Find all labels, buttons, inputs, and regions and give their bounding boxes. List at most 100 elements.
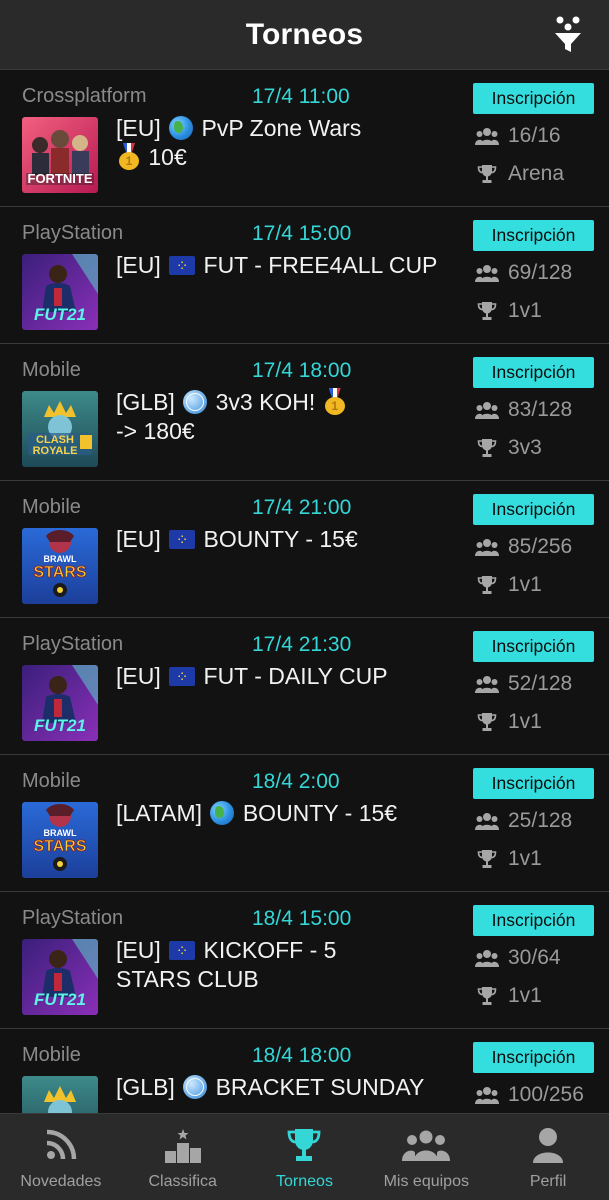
tournament-title: [EU] KICKOFF - 5STARS CLUB (116, 936, 466, 994)
platform-label: PlayStation (22, 633, 124, 655)
players-count: 16/16 (474, 124, 561, 148)
tab-label: Torneos (276, 1173, 333, 1190)
trophy-icon (474, 438, 500, 458)
register-button[interactable]: Inscripción (473, 1042, 594, 1073)
tournament-title: [GLB] BRACKET SUNDAY (116, 1074, 425, 1100)
tournament-title: [EU] FUT - DAILY CUP (116, 662, 466, 692)
svg-text:FUT21: FUT21 (34, 990, 86, 1009)
trophy-icon (286, 1126, 322, 1164)
tournament-format: 3v3 (474, 436, 542, 460)
group-icon (474, 127, 500, 145)
register-button[interactable]: Inscripción (473, 905, 594, 936)
register-button[interactable]: Inscripción (473, 83, 594, 114)
tournament-date: 17/4 21:30 (252, 633, 352, 656)
game-cover-image: CLASHROYALE (22, 1076, 98, 1113)
tab-mis-equipos[interactable]: Mis equipos (365, 1114, 487, 1200)
filter-funnel-icon[interactable] (553, 14, 583, 54)
register-button[interactable]: Inscripción (473, 768, 594, 799)
register-button[interactable]: Inscripción (473, 357, 594, 388)
tournament-date: 18/4 2:00 (252, 770, 340, 793)
platform-label: PlayStation (22, 222, 124, 244)
players-count: 100/256 (474, 1083, 584, 1107)
tab-novedades[interactable]: Novedades (0, 1114, 122, 1200)
svg-text:FUT21: FUT21 (34, 305, 86, 324)
tournament-row[interactable]: Crossplatform 17/4 11:00 FORTNITE [EU] PvP … (0, 70, 609, 207)
group-icon (474, 675, 500, 693)
tournament-row[interactable]: PlayStation 18/4 15:00 FUT21 [EU] KICKOFF -… (0, 892, 609, 1029)
tournament-title: [GLB] 3v3 KOH! -> 180€ (116, 388, 466, 446)
platform-label: Mobile (22, 770, 81, 792)
first-place-medal-icon (324, 388, 346, 416)
svg-text:BRAWL: BRAWL (44, 828, 77, 838)
eu-flag-icon (169, 252, 196, 281)
tab-perfil[interactable]: Perfil (487, 1114, 609, 1200)
platform-label: Mobile (22, 359, 81, 381)
globe-meridians-icon (183, 390, 208, 414)
tab-label: Classifica (148, 1173, 217, 1190)
tournament-row[interactable]: PlayStation 17/4 21:30 FUT21 [EU] FUT - DAI… (0, 618, 609, 755)
tournament-format: 1v1 (474, 710, 542, 734)
platform-label: Mobile (22, 496, 81, 518)
tournament-date: 18/4 15:00 (252, 907, 352, 930)
svg-text:FUT21: FUT21 (34, 716, 86, 735)
group-icon (474, 538, 500, 556)
eu-flag-icon (169, 937, 196, 966)
tournament-title: [LATAM] BOUNTY - 15€ (116, 800, 398, 826)
eu-flag-icon (169, 663, 196, 692)
globe-icon (210, 801, 235, 825)
globe-meridians-icon (183, 1075, 208, 1099)
svg-text:ROYALE: ROYALE (33, 445, 78, 457)
game-cover-image: FUT21 (22, 939, 98, 1015)
svg-text:FORTNITE: FORTNITE (28, 171, 93, 186)
rss-feed-icon (44, 1126, 78, 1164)
game-cover-image: FUT21 (22, 665, 98, 741)
group-icon (474, 264, 500, 282)
tournament-title: [EU] FUT - FREE4ALL CUP (116, 251, 466, 281)
group-icon (474, 401, 500, 419)
platform-label: Mobile (22, 1044, 81, 1066)
tournament-format: 1v1 (474, 847, 542, 871)
trophy-icon (474, 849, 500, 869)
bottom-tab-bar: Novedades Classifica Torneos Mis equipos Per… (0, 1113, 609, 1200)
tournament-row[interactable]: PlayStation 17/4 15:00 FUT21 [EU] FUT - FRE… (0, 207, 609, 344)
tournament-date: 17/4 15:00 (252, 222, 352, 245)
platform-label: PlayStation (22, 907, 124, 929)
tab-classifica[interactable]: Classifica (122, 1114, 244, 1200)
svg-text:BRAWL: BRAWL (44, 554, 77, 564)
page-title: Torneos (245, 17, 364, 51)
tournament-format: 1v1 (474, 573, 542, 597)
eu-flag-icon (169, 526, 196, 555)
tournament-date: 17/4 21:00 (252, 496, 352, 519)
platform-label: Crossplatform (22, 85, 147, 107)
tournament-date: 17/4 18:00 (252, 359, 352, 382)
register-button[interactable]: Inscripción (473, 494, 594, 525)
svg-text:STARS: STARS (33, 838, 86, 855)
tournament-format: 1v1 (474, 984, 542, 1008)
players-count: 30/64 (474, 946, 561, 970)
tournament-row[interactable]: Mobile 17/4 21:00 BRAWLSTARS [EU] BOUNTY - … (0, 481, 609, 618)
register-button[interactable]: Inscripción (473, 220, 594, 251)
players-count: 83/128 (474, 398, 572, 422)
tournament-list[interactable]: Crossplatform 17/4 11:00 FORTNITE [EU] PvP … (0, 70, 609, 1113)
tab-label: Perfil (529, 1173, 567, 1190)
players-count: 69/128 (474, 261, 572, 285)
tournament-row[interactable]: Mobile 18/4 18:00 CLASHROYALE [GLB] BRACKET… (0, 1029, 609, 1113)
person-icon (532, 1126, 564, 1164)
tournament-row[interactable]: Mobile 18/4 2:00 BRAWL STARS [LATAM] BOUNTY … (0, 755, 609, 892)
tab-torneos[interactable]: Torneos (244, 1114, 366, 1200)
top-bar: Torneos (0, 0, 609, 70)
game-cover-image: CLASHROYALE (22, 391, 98, 467)
players-count: 52/128 (474, 672, 572, 696)
tournament-format: Arena (474, 162, 564, 186)
game-cover-image: BRAWL STARS (22, 528, 98, 604)
register-button[interactable]: Inscripción (473, 631, 594, 662)
trophy-icon (474, 575, 500, 595)
tournament-title: [EU] BOUNTY - 15€ (116, 525, 466, 555)
trophy-icon (474, 986, 500, 1006)
svg-text:STARS: STARS (33, 564, 86, 581)
game-cover-image: BRAWL STARS (22, 802, 98, 878)
tournament-row[interactable]: Mobile 17/4 18:00 CLASH ROYALE [GLB] 3v3 KOH… (0, 344, 609, 481)
tournament-title: [EU] PvP Zone Wars 10€ (116, 114, 466, 172)
team-icon (402, 1126, 451, 1164)
trophy-icon (474, 301, 500, 321)
